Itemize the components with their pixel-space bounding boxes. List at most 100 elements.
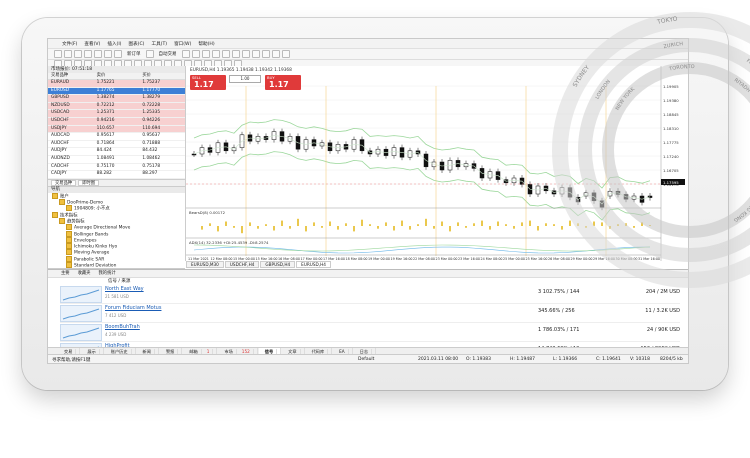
terminal-icon[interactable] xyxy=(104,50,112,58)
market-watch-bid: 110.657 xyxy=(96,125,115,131)
market-watch-row[interactable]: AUDCHF 0.71864 0.71888 xyxy=(48,141,185,149)
zoom-in-icon[interactable] xyxy=(211,50,220,58)
status-low: L: 1.19366 xyxy=(553,357,578,362)
signal-name[interactable]: BoomBuhTrah xyxy=(105,324,140,330)
signal-growth-chart xyxy=(60,324,102,341)
tab-tick-chart[interactable]: 即时图 xyxy=(78,179,100,186)
indicator-1-label: BearsD(8) 0.00172 xyxy=(189,210,226,215)
candle-chart-icon[interactable] xyxy=(191,50,200,58)
market-watch-row[interactable]: USDCAD 1.25371 1.25335 xyxy=(48,110,185,118)
market-watch-icon[interactable] xyxy=(74,50,82,58)
menu-item[interactable]: 插入(I) xyxy=(107,41,121,47)
meta-editor-icon[interactable] xyxy=(145,50,154,58)
price-tick: 1.16705 xyxy=(663,168,679,173)
zoom-out-icon[interactable] xyxy=(221,50,230,58)
volume-input[interactable]: 1.00 xyxy=(229,75,261,83)
menu-item[interactable]: 图表(C) xyxy=(128,41,144,47)
tab-favorites-signals[interactable]: 收藏夹 xyxy=(75,270,94,277)
chart-shift-icon[interactable] xyxy=(251,50,260,58)
signal-row[interactable]: BoomBuhTrah 4 239 USD 1 786.03% / 171 24 / … xyxy=(60,323,680,342)
market-watch-bid: 0.95617 xyxy=(96,133,115,139)
price-tick: 1.17240 xyxy=(663,154,679,159)
menu-item[interactable]: 窗口(W) xyxy=(174,41,191,47)
menu-item[interactable]: 查看(V) xyxy=(84,41,100,47)
navigator-title: 导航 xyxy=(48,185,185,193)
market-watch-row[interactable]: AUDJPY 84.424 84.432 xyxy=(48,148,185,156)
tab-main[interactable]: 主要 xyxy=(58,270,73,277)
market-watch-symbol: NZDUSD xyxy=(51,102,70,108)
chart-tab[interactable]: EURUSD,M30 xyxy=(186,261,224,268)
chart-tab[interactable]: EURUSD,H4 xyxy=(296,261,331,268)
status-close: C: 1.19641 xyxy=(596,357,621,362)
new-chart-icon[interactable] xyxy=(54,50,62,58)
market-watch-row[interactable]: EURAUD 1.75221 1.75237 xyxy=(48,80,185,88)
status-network: 8204/5 kb xyxy=(660,357,683,362)
market-watch-row[interactable]: CADCHF 0.75170 0.75178 xyxy=(48,164,185,172)
signal-row[interactable]: North East Way 21 581 USD 3 102.75% / 144 2… xyxy=(60,285,680,304)
market-watch-ask: 0.95637 xyxy=(142,133,161,139)
sell-button[interactable]: SELL 1.17 70 xyxy=(190,75,226,98)
market-watch-row[interactable]: CADJPY 88.282 88.297 xyxy=(48,171,185,179)
bollinger-lower xyxy=(193,151,651,221)
chart-tab[interactable]: USDCHF,H4 xyxy=(224,261,260,268)
tab-symbols[interactable]: 交易品种 xyxy=(51,179,77,186)
menu-item[interactable]: 文件(F) xyxy=(62,41,77,47)
indicator-icon xyxy=(66,261,72,268)
market-watch-row[interactable]: USDCHF 0.94216 0.94226 xyxy=(48,117,185,126)
market-watch-symbol: AUDNZD xyxy=(51,155,70,161)
buy-price: 1.17 71 xyxy=(269,80,289,98)
market-watch-list: EURAUD 1.75221 1.75237 EURUSD 1.17765 1.17770… xyxy=(48,80,185,179)
market-watch-symbol: CADJPY xyxy=(51,171,67,177)
market-watch-ask: 1.17770 xyxy=(142,87,161,93)
market-watch-columns: 交易品种 卖价 买价 xyxy=(48,73,185,80)
time-tick: 26 Mar 08:00 xyxy=(548,257,570,261)
chart-window[interactable]: 1.19905 1.19380 1.18845 1.18310 1.17775 1.172… xyxy=(186,66,686,261)
market-watch-bid: 0.94216 xyxy=(96,117,115,123)
market-watch-ask: 88.297 xyxy=(142,171,158,177)
price-chart[interactable]: 1.19905 1.19380 1.18845 1.18310 1.17775 1.172… xyxy=(186,66,686,261)
profiles-icon[interactable] xyxy=(64,50,72,58)
indicators-icon[interactable] xyxy=(261,50,270,58)
signal-growth-chart xyxy=(60,286,102,303)
market-watch-row[interactable]: GBPUSD 1.38274 1.38279 xyxy=(48,95,185,103)
autoscroll-icon[interactable] xyxy=(241,50,250,58)
time-tick: 23 Mar 16:00 xyxy=(458,257,480,261)
signal-row[interactable]: Forum Fiduciam Motus 7 412 USD 345.66% / 2… xyxy=(60,304,680,323)
market-watch-column[interactable]: 买价 xyxy=(139,73,185,79)
indicator-icon xyxy=(66,249,72,256)
navigator-item-label: Average Directional Move xyxy=(74,225,131,231)
tab-my-stats[interactable]: 我的统计 xyxy=(95,270,118,277)
market-watch-symbol: AUDCAD xyxy=(51,133,70,139)
menu-item[interactable]: 工具(T) xyxy=(151,41,167,47)
menu-item[interactable]: 帮助(H) xyxy=(198,41,214,47)
data-window-icon[interactable] xyxy=(84,50,92,58)
tile-windows-icon[interactable] xyxy=(231,50,240,58)
market-watch-ask: 0.72228 xyxy=(142,102,161,108)
templates-icon[interactable] xyxy=(281,50,290,58)
chart-tab[interactable]: GBPUSD,H4 xyxy=(260,261,296,268)
buy-button[interactable]: BUY 1.17 71 xyxy=(265,75,301,98)
market-watch-bid: 0.75170 xyxy=(96,163,115,169)
market-watch-row[interactable]: AUDCAD 0.95617 0.95637 xyxy=(48,133,185,141)
signal-name[interactable]: North East Way xyxy=(105,286,144,292)
bar-chart-icon[interactable] xyxy=(181,50,190,58)
tester-icon[interactable] xyxy=(114,50,122,58)
navigator-icon[interactable] xyxy=(94,50,102,58)
time-tick: 29 Mar 16:00 xyxy=(593,257,615,261)
new-order-button[interactable]: 新订单 xyxy=(127,51,141,57)
indicator-icon xyxy=(52,192,58,199)
market-watch-ask: 0.71888 xyxy=(142,140,161,146)
market-watch-symbol: AUDJPY xyxy=(51,148,67,154)
time-tick: 22 Mar 08:00 xyxy=(413,257,435,261)
market-watch-row[interactable]: AUDNZD 1.08491 1.08462 xyxy=(48,156,185,164)
market-watch-column[interactable]: 卖价 xyxy=(94,73,140,79)
line-chart-icon[interactable] xyxy=(201,50,210,58)
periods-icon[interactable] xyxy=(271,50,280,58)
auto-trading-button[interactable]: 自动交易 xyxy=(159,51,177,57)
market-watch-bid: 1.08491 xyxy=(96,155,115,161)
market-watch-column[interactable]: 交易品种 xyxy=(48,73,94,79)
status-profile: Default xyxy=(358,357,375,362)
signal-name[interactable]: Forum Fiduciam Motus xyxy=(105,305,161,311)
market-watch-bid: 1.75221 xyxy=(96,80,115,85)
market-watch-ask: 84.432 xyxy=(142,148,158,154)
